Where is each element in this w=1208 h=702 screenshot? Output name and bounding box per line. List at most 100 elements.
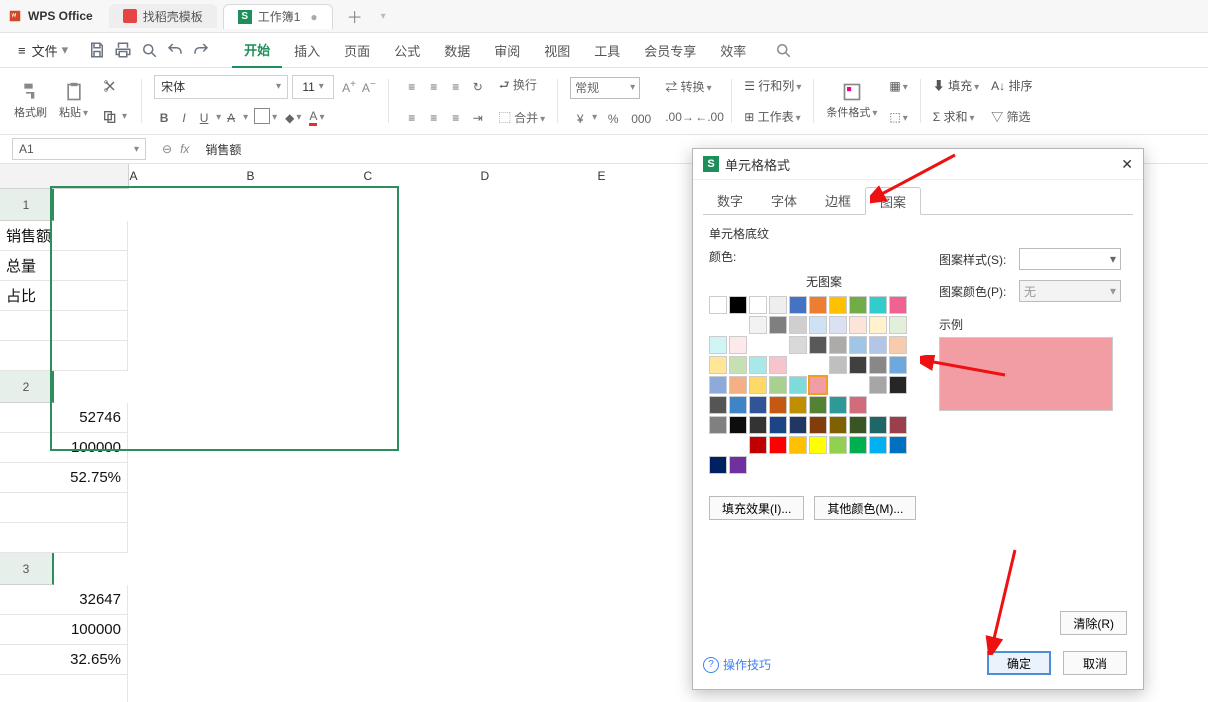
color-swatch[interactable] <box>809 396 827 414</box>
color-swatch[interactable] <box>849 436 867 454</box>
color-swatch[interactable] <box>789 336 807 354</box>
color-swatch[interactable] <box>729 356 747 374</box>
menu-member[interactable]: 会员专享 <box>632 33 708 67</box>
fill-color-button[interactable]: ◆ <box>285 111 294 125</box>
row-header[interactable]: 3 <box>0 553 54 585</box>
color-swatch[interactable] <box>829 356 847 374</box>
col-header[interactable]: D <box>480 164 597 189</box>
copy-button[interactable]: ▾ <box>98 105 131 129</box>
convert-button[interactable]: ⇄ 转换▾ <box>665 78 719 95</box>
align-top-button[interactable]: ≡ <box>401 80 423 94</box>
color-swatch[interactable] <box>709 356 727 374</box>
format-painter[interactable]: 格式刷 <box>8 70 53 132</box>
clear-button[interactable]: 清除(R) <box>1060 611 1127 635</box>
color-swatch[interactable] <box>749 356 767 374</box>
color-swatch[interactable] <box>789 416 807 434</box>
tab-workbook[interactable]: S 工作簿1 ● <box>223 4 333 29</box>
color-swatch[interactable] <box>829 336 847 354</box>
color-swatch[interactable] <box>729 416 747 434</box>
filter-button[interactable]: ▽ 筛选 <box>991 108 1032 125</box>
color-swatch[interactable] <box>889 376 907 394</box>
menu-review[interactable]: 审阅 <box>482 33 532 67</box>
color-swatch[interactable] <box>849 356 867 374</box>
pattern-style-select[interactable]: ▾ <box>1019 248 1121 270</box>
cut-button[interactable] <box>98 74 131 98</box>
cond-format[interactable]: 条件格式▾ <box>820 70 883 132</box>
cell[interactable]: 100000 <box>0 615 128 645</box>
color-swatch[interactable] <box>809 296 827 314</box>
color-swatch[interactable] <box>749 436 767 454</box>
name-box[interactable]: A1▾ <box>12 138 146 160</box>
row-header[interactable]: 1 <box>0 189 54 221</box>
font-size-select[interactable]: 11▾ <box>292 75 334 99</box>
color-swatch[interactable] <box>709 456 727 474</box>
color-swatch[interactable] <box>769 296 787 314</box>
cancel-button[interactable]: 取消 <box>1063 651 1127 675</box>
menu-formula[interactable]: 公式 <box>382 33 432 67</box>
color-swatch[interactable] <box>849 396 867 414</box>
other-color-button[interactable]: 其他颜色(M)... <box>814 496 916 520</box>
wrap-text-button[interactable]: ⮐ 换行 <box>499 76 537 97</box>
color-swatch[interactable] <box>769 396 787 414</box>
color-swatch[interactable] <box>889 356 907 374</box>
color-swatch[interactable] <box>829 416 847 434</box>
operation-hint[interactable]: ? 操作技巧 <box>703 656 771 673</box>
tab-chevron-icon[interactable]: ▾ <box>381 11 386 22</box>
cell[interactable] <box>0 523 128 553</box>
sort-button[interactable]: A↓ 排序 <box>991 77 1032 94</box>
menu-start[interactable]: 开始 <box>232 32 282 68</box>
underline-button[interactable]: U <box>194 111 214 125</box>
color-swatch[interactable] <box>749 296 767 314</box>
print-preview-icon[interactable] <box>140 41 158 59</box>
border-button[interactable] <box>254 108 270 127</box>
redo-icon[interactable] <box>192 41 210 59</box>
col-header[interactable]: B <box>246 164 363 189</box>
tab-template[interactable]: 找稻壳模板 <box>109 4 217 28</box>
col-header[interactable]: A <box>128 164 246 189</box>
number-format-select[interactable]: 常规▾ <box>570 77 640 99</box>
color-swatch[interactable] <box>849 336 867 354</box>
color-swatch[interactable] <box>809 376 827 394</box>
color-swatch[interactable] <box>729 376 747 394</box>
color-swatch[interactable] <box>749 316 767 334</box>
color-swatch[interactable] <box>709 336 727 354</box>
sum-button[interactable]: Σ 求和▾ <box>933 108 979 125</box>
search-icon[interactable] <box>774 41 792 59</box>
color-swatch[interactable] <box>709 296 727 314</box>
merge-button[interactable]: ⬚ 合并▾ <box>499 109 545 126</box>
align-left-button[interactable]: ≡ <box>401 111 423 125</box>
align-center-button[interactable]: ≡ <box>423 111 445 125</box>
color-swatch[interactable] <box>829 296 847 314</box>
align-middle-button[interactable]: ≡ <box>423 80 445 94</box>
undo-icon[interactable] <box>166 41 184 59</box>
cell[interactable]: 占比 <box>0 281 128 311</box>
color-swatch[interactable] <box>869 436 887 454</box>
color-swatch[interactable] <box>729 336 747 354</box>
save-icon[interactable] <box>88 41 106 59</box>
worksheet-button[interactable]: ⊞ 工作表▾ <box>744 108 801 125</box>
fx-label[interactable]: fx <box>180 142 189 156</box>
dialog-tab-border[interactable]: 边框 <box>811 186 865 214</box>
col-header[interactable]: C <box>363 164 480 189</box>
bold-button[interactable]: B <box>154 111 174 125</box>
tab-close-icon[interactable]: ● <box>310 10 317 24</box>
color-swatch[interactable] <box>789 396 807 414</box>
increase-decimal-button[interactable]: .00→ <box>665 110 689 124</box>
color-swatch[interactable] <box>829 316 847 334</box>
color-swatch[interactable] <box>769 376 787 394</box>
orientation-button[interactable]: ↻ <box>467 80 489 94</box>
menu-efficiency[interactable]: 效率 <box>708 33 758 67</box>
menu-insert[interactable]: 插入 <box>282 33 332 67</box>
color-swatch[interactable] <box>889 436 907 454</box>
indent-button[interactable]: ⇥ <box>467 111 489 125</box>
menu-page[interactable]: 页面 <box>332 33 382 67</box>
color-swatch[interactable] <box>729 456 747 474</box>
color-swatch[interactable] <box>709 376 727 394</box>
color-swatch[interactable] <box>709 396 727 414</box>
color-swatch[interactable] <box>869 336 887 354</box>
color-swatch[interactable] <box>769 436 787 454</box>
dialog-close-icon[interactable]: ✕ <box>1121 156 1133 173</box>
print-icon[interactable] <box>114 41 132 59</box>
color-swatch[interactable] <box>869 376 887 394</box>
color-swatch[interactable] <box>769 416 787 434</box>
